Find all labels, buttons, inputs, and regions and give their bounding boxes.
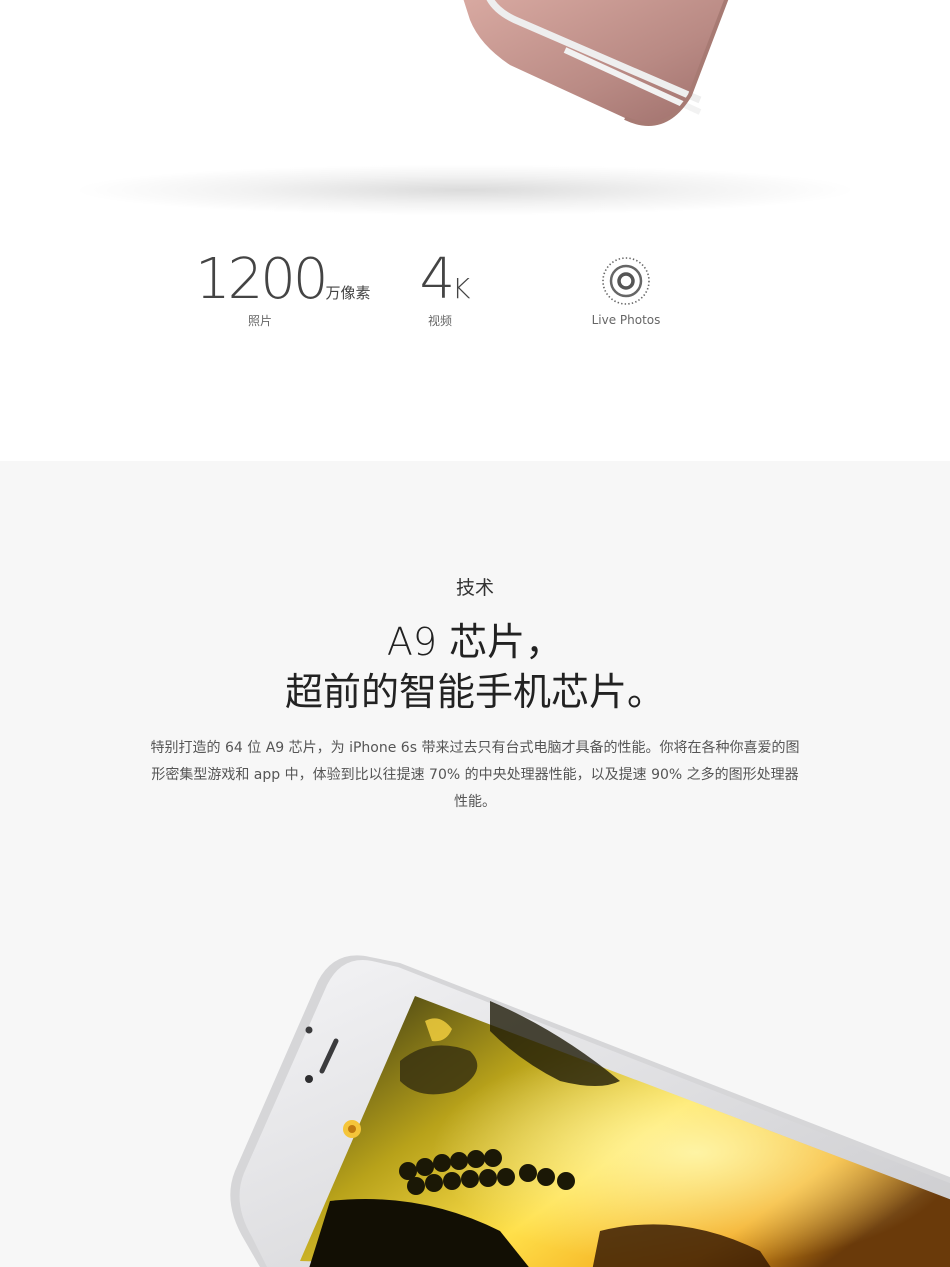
section-body: 特别打造的 64 位 A9 芯片，为 iPhone 6s 带来过去只有台式电脑才… [150,740,800,810]
rose-gold-phone-image [463,0,729,126]
megapixels-number: 1200 [195,247,329,312]
live-photos-icon [602,257,650,305]
live-photos-label: Live Photos [591,313,661,327]
headline-line-2: 超前的智能手机芯片。 [284,670,665,714]
section-headline: A9 芯片， 超前的智能手机芯片。 [0,617,950,717]
megapixels-label: 照片 [247,314,272,328]
a9-chip-section: 技术 A9 芯片， 超前的智能手机芯片。 特别打造的 64 位 A9 芯片，为 … [0,461,950,1267]
video-stat: 4K 视频 [410,252,480,329]
video-label: 视频 [427,314,452,328]
live-photos-stat: Live Photos [576,256,676,327]
headline-line-1: A9 芯片， [386,620,564,664]
phone-shadow [80,165,850,215]
camera-section: 1200万像素 照片 4K 视频 Live Photos [0,0,950,461]
silver-phone-game-image [230,955,950,1267]
section-eyebrow: 技术 [455,577,494,599]
video-number: 4 [419,247,455,312]
megapixels-stat: 1200万像素 照片 [195,252,371,329]
video-unit: K [452,272,471,305]
megapixels-unit: 万像素 [325,284,371,302]
